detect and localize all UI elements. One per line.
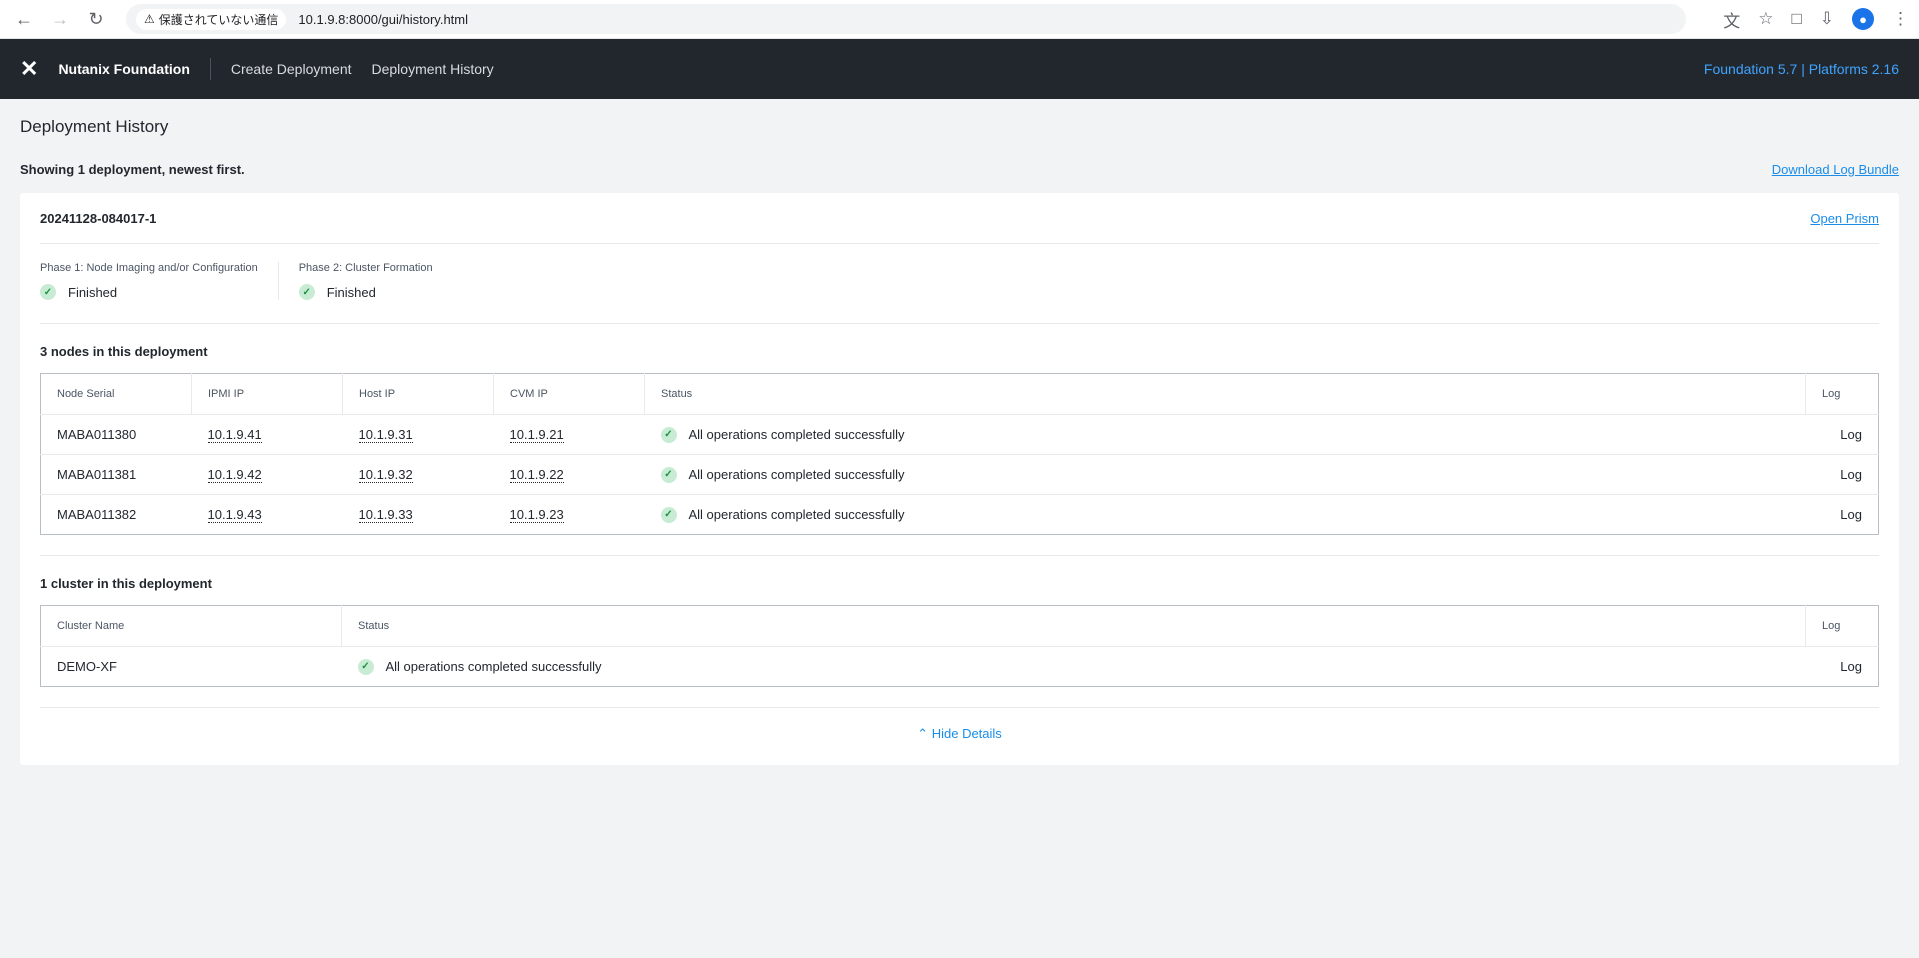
main-content: Deployment History Showing 1 deployment,… <box>0 117 1919 765</box>
translate-icon[interactable]: 文 <box>1723 7 1740 32</box>
col-ipmi-ip: IPMI IP <box>191 373 343 415</box>
phase-label: Phase 2: Cluster Formation <box>298 262 433 274</box>
col-node-serial: Node Serial <box>40 373 192 415</box>
browser-menu-icon[interactable]: ⋮ <box>1892 9 1909 29</box>
app-header: ✕ Nutanix Foundation Create Deployment D… <box>0 39 1919 99</box>
node-status: All operations completed successfully <box>688 507 905 522</box>
check-circle-icon: ✓ <box>660 426 677 443</box>
security-chip[interactable]: ⚠ 保護されていない通信 <box>136 8 287 30</box>
app-brand[interactable]: Nutanix Foundation <box>58 58 211 80</box>
browser-toolbar: ← → ↻ ⚠ 保護されていない通信 10.1.9.8:8000/gui/his… <box>0 0 1919 39</box>
url-text[interactable]: 10.1.9.8:8000/gui/history.html <box>298 12 468 27</box>
host-ip[interactable]: 10.1.9.31 <box>358 427 413 443</box>
cvm-ip[interactable]: 10.1.9.23 <box>509 507 564 523</box>
check-circle-icon: ✓ <box>298 284 315 300</box>
log-link[interactable]: Log <box>1806 495 1879 535</box>
security-label: 保護されていない通信 <box>158 12 279 27</box>
hide-details-button[interactable]: ⌃ Hide Details <box>40 726 1879 742</box>
col-cluster-name: Cluster Name <box>40 605 342 647</box>
cluster-name: DEMO-XF <box>57 659 117 674</box>
node-status: All operations completed successfully <box>688 427 905 442</box>
deployment-count: Showing 1 deployment, newest first. <box>20 161 245 177</box>
nutanix-logo-icon[interactable]: ✕ <box>20 56 38 82</box>
nav-deployment-history[interactable]: Deployment History <box>372 61 494 77</box>
col-status: Status <box>341 605 1806 647</box>
check-circle-icon: ✓ <box>40 284 56 300</box>
phases: Phase 1: Node Imaging and/or Configurati… <box>40 244 1879 324</box>
check-circle-icon: ✓ <box>357 658 374 675</box>
phase-status: Finished <box>68 284 118 300</box>
phase-status: Finished <box>326 284 376 300</box>
hide-details-label: Hide Details <box>931 726 1002 741</box>
table-row: DEMO-XF ✓ All operations completed succes… <box>41 647 1879 687</box>
log-link[interactable]: Log <box>1806 647 1879 687</box>
back-icon[interactable]: ← <box>10 5 38 33</box>
ipmi-ip[interactable]: 10.1.9.43 <box>207 507 262 523</box>
node-serial: MABA011382 <box>57 507 137 522</box>
node-serial: MABA011380 <box>40 414 192 455</box>
col-log: Log <box>1805 373 1879 415</box>
clusters-table: Cluster Name Status Log DEMO-XF ✓ All ope… <box>40 605 1879 687</box>
nav-create-deployment[interactable]: Create Deployment <box>231 61 352 77</box>
deployment-card: 20241128-084017-1 Open Prism Phase 1: No… <box>20 193 1899 765</box>
node-serial: MABA011381 <box>40 454 192 495</box>
col-cvm-ip: CVM IP <box>493 373 645 415</box>
page-title: Deployment History <box>20 117 169 136</box>
phase-2: Phase 2: Cluster Formation ✓ Finished <box>277 262 453 300</box>
nodes-table: Node Serial IPMI IP Host IP CVM IP Statu… <box>40 373 1879 535</box>
table-row: MABA011382 10.1.9.43 10.1.9.33 10.1.9.23… <box>41 495 1879 535</box>
section-divider <box>40 555 1879 556</box>
reload-icon[interactable]: ↻ <box>82 5 110 33</box>
extensions-icon[interactable]: □ <box>1791 9 1801 29</box>
cluster-status: All operations completed successfully <box>385 659 602 674</box>
version-info: Foundation 5.7 | Platforms 2.16 <box>1703 61 1899 77</box>
table-row: MABA011380 10.1.9.41 10.1.9.31 10.1.9.21… <box>40 414 1879 455</box>
host-ip[interactable]: 10.1.9.33 <box>358 507 413 523</box>
col-log: Log <box>1805 605 1879 647</box>
bookmark-star-icon[interactable]: ☆ <box>1758 9 1773 29</box>
section-divider <box>40 707 1879 708</box>
table-row: MABA011381 10.1.9.42 10.1.9.32 10.1.9.22… <box>40 454 1879 495</box>
node-status: All operations completed successfully <box>688 467 905 482</box>
ipmi-ip[interactable]: 10.1.9.41 <box>207 427 262 443</box>
host-ip[interactable]: 10.1.9.32 <box>358 467 413 483</box>
col-host-ip: Host IP <box>342 373 494 415</box>
chevron-up-icon: ⌃ <box>917 726 929 741</box>
log-link[interactable]: Log <box>1805 414 1879 455</box>
open-prism-link[interactable]: Open Prism <box>1810 211 1879 226</box>
check-circle-icon: ✓ <box>660 506 677 523</box>
download-icon[interactable]: ⇩ <box>1820 9 1834 29</box>
download-log-bundle-link[interactable]: Download Log Bundle <box>1772 162 1899 177</box>
phase-label: Phase 1: Node Imaging and/or Configurati… <box>40 262 258 274</box>
nodes-section-title: 3 nodes in this deployment <box>40 344 208 359</box>
cvm-ip[interactable]: 10.1.9.22 <box>509 467 564 483</box>
profile-avatar-icon[interactable]: ● <box>1852 8 1874 30</box>
cvm-ip[interactable]: 10.1.9.21 <box>509 427 564 443</box>
address-bar[interactable]: ⚠ 保護されていない通信 10.1.9.8:8000/gui/history.h… <box>126 4 1686 34</box>
deployment-id: 20241128-084017-1 <box>40 210 157 226</box>
ipmi-ip[interactable]: 10.1.9.42 <box>207 467 262 483</box>
forward-icon[interactable]: → <box>46 5 74 33</box>
col-status: Status <box>644 373 1806 415</box>
warning-icon: ⚠ <box>144 12 155 26</box>
clusters-section-title: 1 cluster in this deployment <box>40 576 212 591</box>
log-link[interactable]: Log <box>1805 454 1879 495</box>
check-circle-icon: ✓ <box>660 466 677 483</box>
phase-1: Phase 1: Node Imaging and/or Configurati… <box>40 262 278 300</box>
